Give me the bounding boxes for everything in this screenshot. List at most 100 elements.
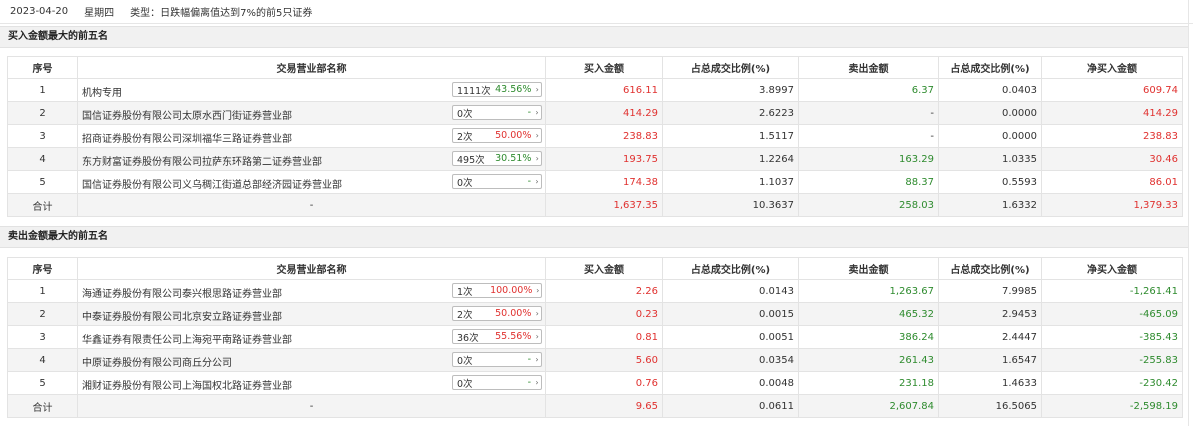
- sell-amount: 386.24: [798, 325, 939, 349]
- table-row[interactable]: 1 机构专用 1111次 43.56% › 616.11 3.8997 6.37 0.0403 6…: [7, 78, 1183, 102]
- col-buy-ratio: 占总成交比例(%): [662, 56, 799, 79]
- history-count-dropdown[interactable]: 1111次 43.56% ›: [452, 82, 542, 97]
- weekday: 星期四: [84, 8, 115, 19]
- history-count-dropdown[interactable]: 0次 - ›: [452, 375, 542, 390]
- total-buy-amount: 9.65: [545, 394, 663, 418]
- right-divider: [1188, 0, 1189, 426]
- net-amount: 30.46: [1041, 147, 1183, 171]
- buy-ratio: 0.0015: [662, 302, 799, 326]
- buy-amount: 0.76: [545, 371, 663, 395]
- sell-amount: 231.18: [798, 371, 939, 395]
- branch-name[interactable]: 招商证券股份有限公司深圳福华三路证券营业部: [82, 130, 292, 145]
- sell-table: 序号 交易营业部名称 买入金额 占总成交比例(%) 卖出金额 占总成交比例(%)…: [7, 257, 1183, 418]
- row-index: 2: [7, 302, 78, 326]
- col-sell-amount: 卖出金额: [798, 56, 939, 79]
- branch-name[interactable]: 国信证券股份有限公司义乌稠江街道总部经济园证券营业部: [82, 176, 342, 191]
- chevron-right-icon: ›: [535, 332, 539, 341]
- branch-name[interactable]: 中泰证券股份有限公司北京安立路证券营业部: [82, 308, 282, 323]
- col-net-amount: 净买入金额: [1041, 56, 1183, 79]
- history-win-rate: 50.00%: [495, 308, 532, 319]
- net-amount: 86.01: [1041, 170, 1183, 194]
- sell-ratio: 1.0335: [938, 147, 1042, 171]
- chevron-right-icon: ›: [535, 309, 539, 318]
- table-row[interactable]: 4 中原证券股份有限公司商丘分公司 0次 - › 5.60 0.0354 261.43 1.65…: [7, 348, 1183, 372]
- history-win-rate: 100.00%: [490, 285, 533, 296]
- branch-cell: 东方财富证券股份有限公司拉萨东环路第二证券营业部 495次 30.51% ›: [77, 147, 546, 171]
- branch-name[interactable]: 海通证券股份有限公司泰兴根思路证券营业部: [82, 285, 282, 300]
- sell-amount: 6.37: [798, 78, 939, 102]
- history-count-dropdown[interactable]: 2次 50.00% ›: [452, 306, 542, 321]
- branch-cell: 华鑫证券有限责任公司上海宛平南路证券营业部 36次 55.56% ›: [77, 325, 546, 349]
- header-bar: 2023-04-20 星期四 类型：日跌幅偏离值达到7%的前5只证券: [0, 0, 1193, 426]
- table-row[interactable]: 3 招商证券股份有限公司深圳福华三路证券营业部 2次 50.00% › 238.83 1.5…: [7, 124, 1183, 148]
- branch-name[interactable]: 华鑫证券有限责任公司上海宛平南路证券营业部: [82, 331, 292, 346]
- history-count-dropdown[interactable]: 2次 50.00% ›: [452, 128, 542, 143]
- buy-amount: 5.60: [545, 348, 663, 372]
- table-row[interactable]: 3 华鑫证券有限责任公司上海宛平南路证券营业部 36次 55.56% › 0.81 0.00…: [7, 325, 1183, 349]
- total-label: 合计: [7, 394, 78, 418]
- net-amount: 609.74: [1041, 78, 1183, 102]
- branch-cell: 海通证券股份有限公司泰兴根思路证券营业部 1次 100.00% ›: [77, 279, 546, 303]
- sell-amount: 1,263.67: [798, 279, 939, 303]
- total-label: 合计: [7, 193, 78, 217]
- history-count: 1111次: [457, 85, 491, 97]
- history-count-dropdown[interactable]: 36次 55.56% ›: [452, 329, 542, 344]
- total-row: 合计 -1,637.35 10.3637 258.03 1.6332 1,379.33: [7, 193, 1183, 217]
- history-count: 1次: [457, 286, 473, 298]
- buy-amount: 2.26: [545, 279, 663, 303]
- history-count: 0次: [457, 108, 473, 120]
- chevron-right-icon: ›: [535, 154, 539, 163]
- table-row[interactable]: 1 海通证券股份有限公司泰兴根思路证券营业部 1次 100.00% › 2.26 0.014…: [7, 279, 1183, 303]
- history-win-rate: 55.56%: [495, 331, 532, 342]
- net-amount: -465.09: [1041, 302, 1183, 326]
- sell-amount: -: [798, 124, 939, 148]
- row-index: 5: [7, 170, 78, 194]
- col-index: 序号: [7, 56, 78, 79]
- branch-name[interactable]: 机构专用: [82, 84, 122, 99]
- row-index: 4: [7, 147, 78, 171]
- total-sell-ratio: 1.6332: [938, 193, 1042, 217]
- branch-cell: 中泰证券股份有限公司北京安立路证券营业部 2次 50.00% ›: [77, 302, 546, 326]
- buy-ratio: 0.0354: [662, 348, 799, 372]
- history-win-rate: -: [527, 377, 531, 388]
- branch-name[interactable]: 东方财富证券股份有限公司拉萨东环路第二证券营业部: [82, 153, 322, 168]
- branch-name[interactable]: 国信证券股份有限公司太原水西门街证券营业部: [82, 107, 292, 122]
- history-count: 2次: [457, 309, 473, 321]
- history-count: 495次: [457, 154, 485, 166]
- history-count-dropdown[interactable]: 0次 - ›: [452, 105, 542, 120]
- buy-ratio: 1.1037: [662, 170, 799, 194]
- history-count-dropdown[interactable]: 1次 100.00% ›: [452, 283, 542, 298]
- col-sell-ratio: 占总成交比例(%): [938, 257, 1042, 280]
- total-sell-amount: 258.03: [798, 193, 939, 217]
- buy-ratio: 2.6223: [662, 101, 799, 125]
- buy-ratio: 1.5117: [662, 124, 799, 148]
- col-sell-ratio: 占总成交比例(%): [938, 56, 1042, 79]
- history-win-rate: -: [527, 354, 531, 365]
- buy-ratio: 3.8997: [662, 78, 799, 102]
- buy-ratio: 0.0143: [662, 279, 799, 303]
- history-count-dropdown[interactable]: 0次 - ›: [452, 352, 542, 367]
- table-row[interactable]: 4 东方财富证券股份有限公司拉萨东环路第二证券营业部 495次 30.51% › 193.…: [7, 147, 1183, 171]
- table-row[interactable]: 2 中泰证券股份有限公司北京安立路证券营业部 2次 50.00% › 0.23 0.0015…: [7, 302, 1183, 326]
- col-buy-amount: 买入金额: [545, 257, 663, 280]
- table-row[interactable]: 2 国信证券股份有限公司太原水西门街证券营业部 0次 - › 414.29 2.6223-0…: [7, 101, 1183, 125]
- table-row[interactable]: 5 湘财证券股份有限公司上海国权北路证券营业部 0次 - › 0.76 0.0048 231.…: [7, 371, 1183, 395]
- total-branch: -: [77, 394, 546, 418]
- branch-name[interactable]: 湘财证券股份有限公司上海国权北路证券营业部: [82, 377, 292, 392]
- history-count: 2次: [457, 131, 473, 143]
- chevron-right-icon: ›: [535, 378, 539, 387]
- history-count-dropdown[interactable]: 0次 - ›: [452, 174, 542, 189]
- col-index: 序号: [7, 257, 78, 280]
- sell-ratio: 1.6547: [938, 348, 1042, 372]
- total-buy-ratio: 0.0611: [662, 394, 799, 418]
- buy-amount: 193.75: [545, 147, 663, 171]
- history-count: 0次: [457, 355, 473, 367]
- total-sell-ratio: 16.5065: [938, 394, 1042, 418]
- history-count-dropdown[interactable]: 495次 30.51% ›: [452, 151, 542, 166]
- total-sell-amount: 2,607.84: [798, 394, 939, 418]
- history-win-rate: 43.56%: [495, 84, 532, 95]
- table-row[interactable]: 5 国信证券股份有限公司义乌稠江街道总部经济园证券营业部 0次 - › 174.38 1.1…: [7, 170, 1183, 194]
- total-net-amount: -2,598.19: [1041, 394, 1183, 418]
- net-amount: 238.83: [1041, 124, 1183, 148]
- branch-name[interactable]: 中原证券股份有限公司商丘分公司: [82, 354, 232, 369]
